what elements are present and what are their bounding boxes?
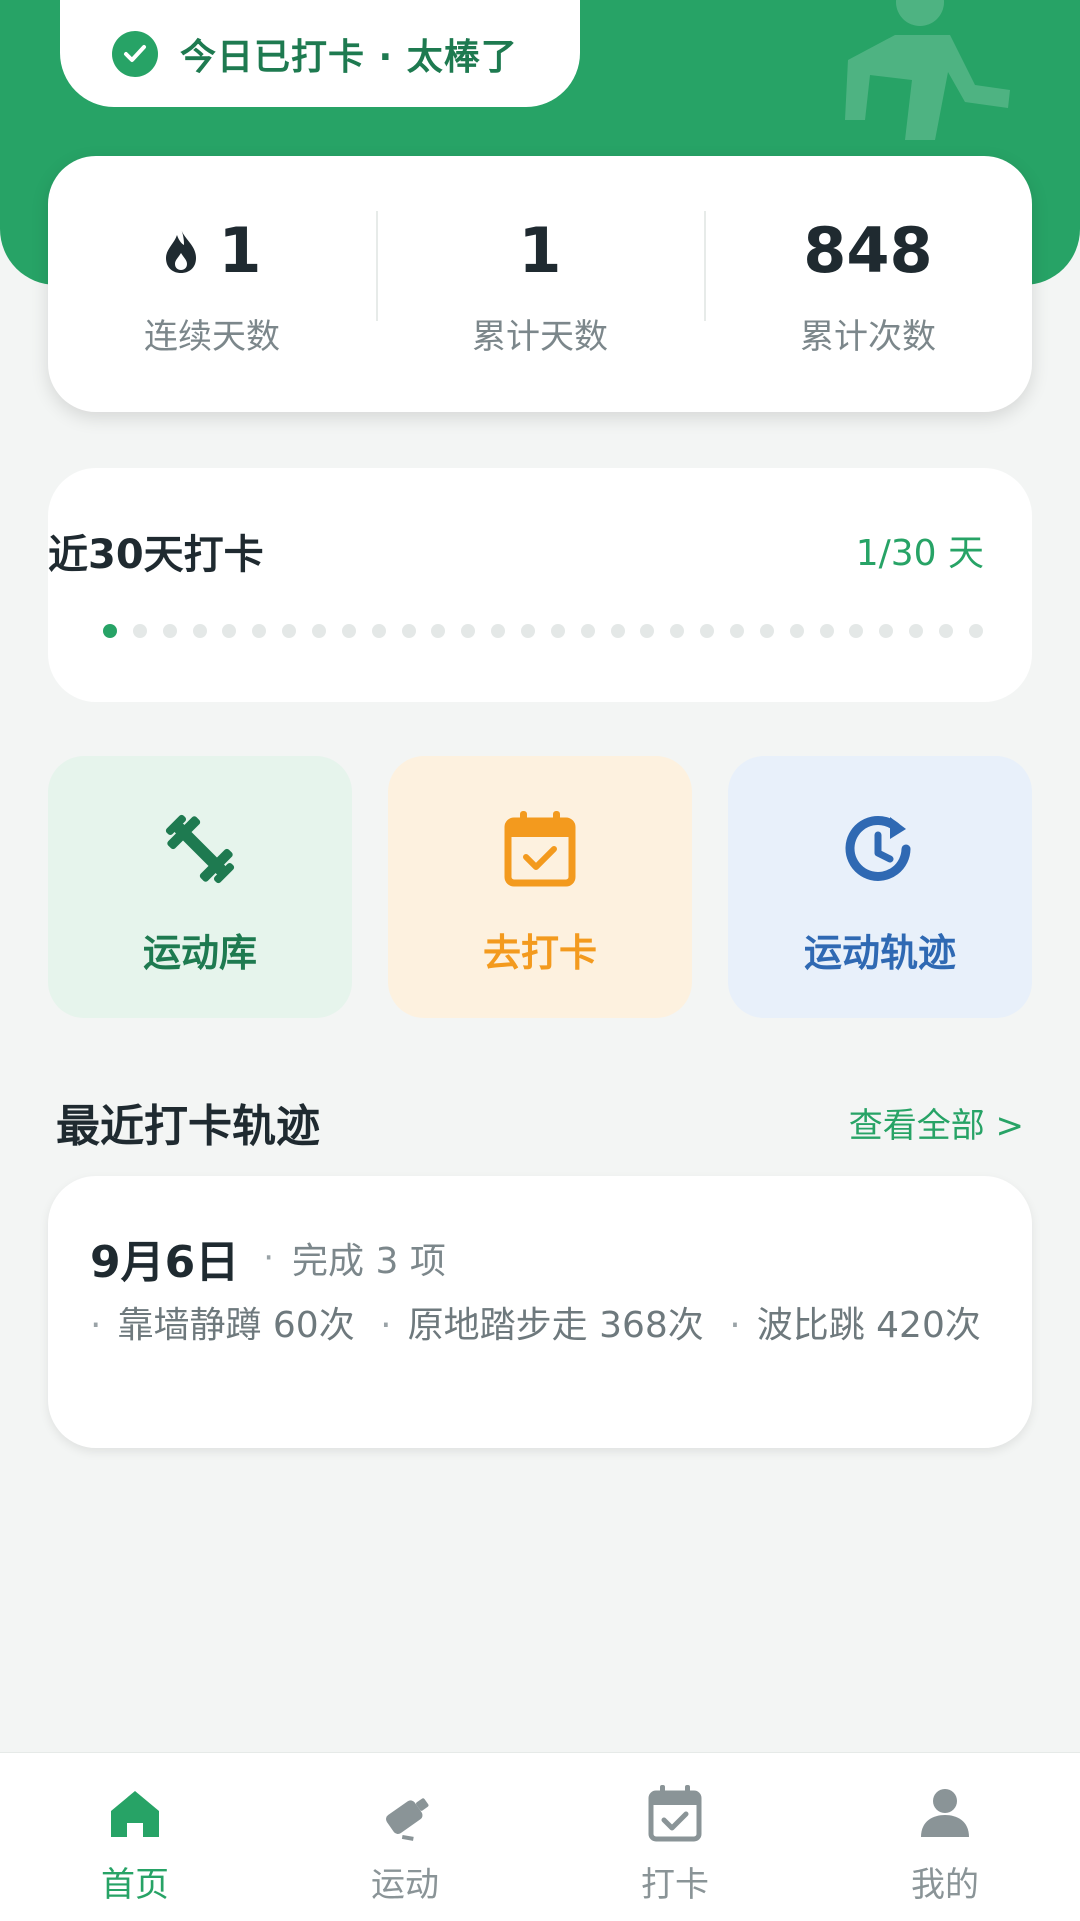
recent-completed-count: 完成 3 项 [292,1241,446,1282]
streak-day-dot [730,624,745,638]
streak-day-dot [103,624,117,638]
tab-label: 我的 [911,1865,979,1905]
stat-value: 1 [218,214,262,287]
streak-day-dot [371,624,386,638]
sport-icon [385,1798,429,1841]
list-item: 原地踏步走 368次 [380,1305,704,1346]
streak-day-dot [610,624,625,638]
user-icon [921,1789,969,1837]
streak-day-dot [192,624,207,638]
streak-day-dot [401,624,416,638]
list-item: 靠墙静蹲 60次 [90,1305,355,1346]
calendar-check-icon [495,804,585,894]
streak-day-dot [491,624,506,638]
stat-streak-days: 1 连续天数 [48,156,376,412]
checkin-status-pill: 今日已打卡 · 太棒了 [60,0,580,107]
dumbbell-icon [155,804,245,894]
streak-day-dot [939,624,954,638]
tile-label: 运动轨迹 [803,931,956,975]
stat-label: 连续天数 [144,316,280,357]
stat-value: 848 [803,214,933,287]
tile-exercise-library[interactable]: 运动库 [48,756,352,1018]
tab-checkin[interactable]: 打卡 [540,1753,810,1921]
tile-exercise-history[interactable]: 运动轨迹 [728,756,1032,1018]
streak-day-dot [521,624,536,638]
stat-total-days: 1 累计天数 [376,156,704,412]
streak-day-dot [341,624,356,638]
streak-day-dot [162,624,177,638]
stat-total-count: 848 累计次数 [704,156,1032,412]
tile-label: 去打卡 [482,931,597,975]
home-icon [111,1791,159,1837]
streak-day-dot [879,624,894,638]
tab-label: 打卡 [641,1865,709,1905]
stat-value: 1 [518,214,562,287]
streak-day-dot [849,624,864,638]
streak-dots [103,624,983,638]
streak-day-dot [431,624,446,638]
streak-day-dot [700,624,715,638]
streak-day-dot [550,624,565,638]
recent-section-title: 最近打卡轨迹 [56,1101,320,1152]
streak-day-dot [789,624,804,638]
streak-card [48,468,1032,702]
tab-home[interactable]: 首页 [0,1753,270,1921]
streak-day-dot [909,624,924,638]
tab-profile[interactable]: 我的 [810,1753,1080,1921]
recent-exercise-list: 靠墙静蹲 60次 原地踏步走 368次 波比跳 420次 [90,1300,1020,1352]
walking-person-icon [845,0,1010,140]
separator-dot: · [263,1238,275,1278]
tab-label: 首页 [101,1865,169,1905]
streak-day-dot [640,624,655,638]
view-all-link[interactable]: 查看全部 > [849,1098,1024,1147]
check-circle-icon [112,30,158,77]
recent-checkin-card[interactable]: 9月6日 · 完成 3 项 靠墙静蹲 60次 原地踏步走 368次 波比跳 42… [48,1176,1032,1448]
streak-day-dot [580,624,595,638]
streak-count: 1/30 天 [855,533,984,574]
tile-go-checkin[interactable]: 去打卡 [388,756,692,1018]
streak-title: 近30天打卡 [48,532,264,578]
stat-label: 累计次数 [800,316,936,357]
streak-day-dot [312,624,327,638]
tab-sport[interactable]: 运动 [270,1753,540,1921]
recent-date: 9月6日 [90,1237,240,1288]
history-clock-icon [835,804,925,894]
streak-day-dot [968,624,983,638]
tile-label: 运动库 [142,931,257,975]
streak-day-dot [132,624,147,638]
calendar-check-icon [648,1785,702,1842]
flame-icon [166,228,197,273]
streak-day-dot [222,624,237,638]
streak-day-dot [759,624,774,638]
quick-actions: 运动库 去打卡 运动轨迹 [48,756,1032,1018]
bottom-tab-bar: 首页 运动 打卡 我的 [0,1752,1080,1921]
streak-day-dot [819,624,834,638]
list-item: 波比跳 420次 [729,1305,981,1346]
checkin-status-text: 今日已打卡 · 太棒了 [180,36,518,78]
streak-day-dot [461,624,476,638]
stats-card: 1 连续天数 1 累计天数 848 累计次数 [48,156,1032,412]
streak-day-dot [282,624,297,638]
streak-day-dot [670,624,685,638]
stat-label: 累计天数 [472,316,608,357]
tab-label: 运动 [371,1865,439,1905]
streak-day-dot [252,624,267,638]
